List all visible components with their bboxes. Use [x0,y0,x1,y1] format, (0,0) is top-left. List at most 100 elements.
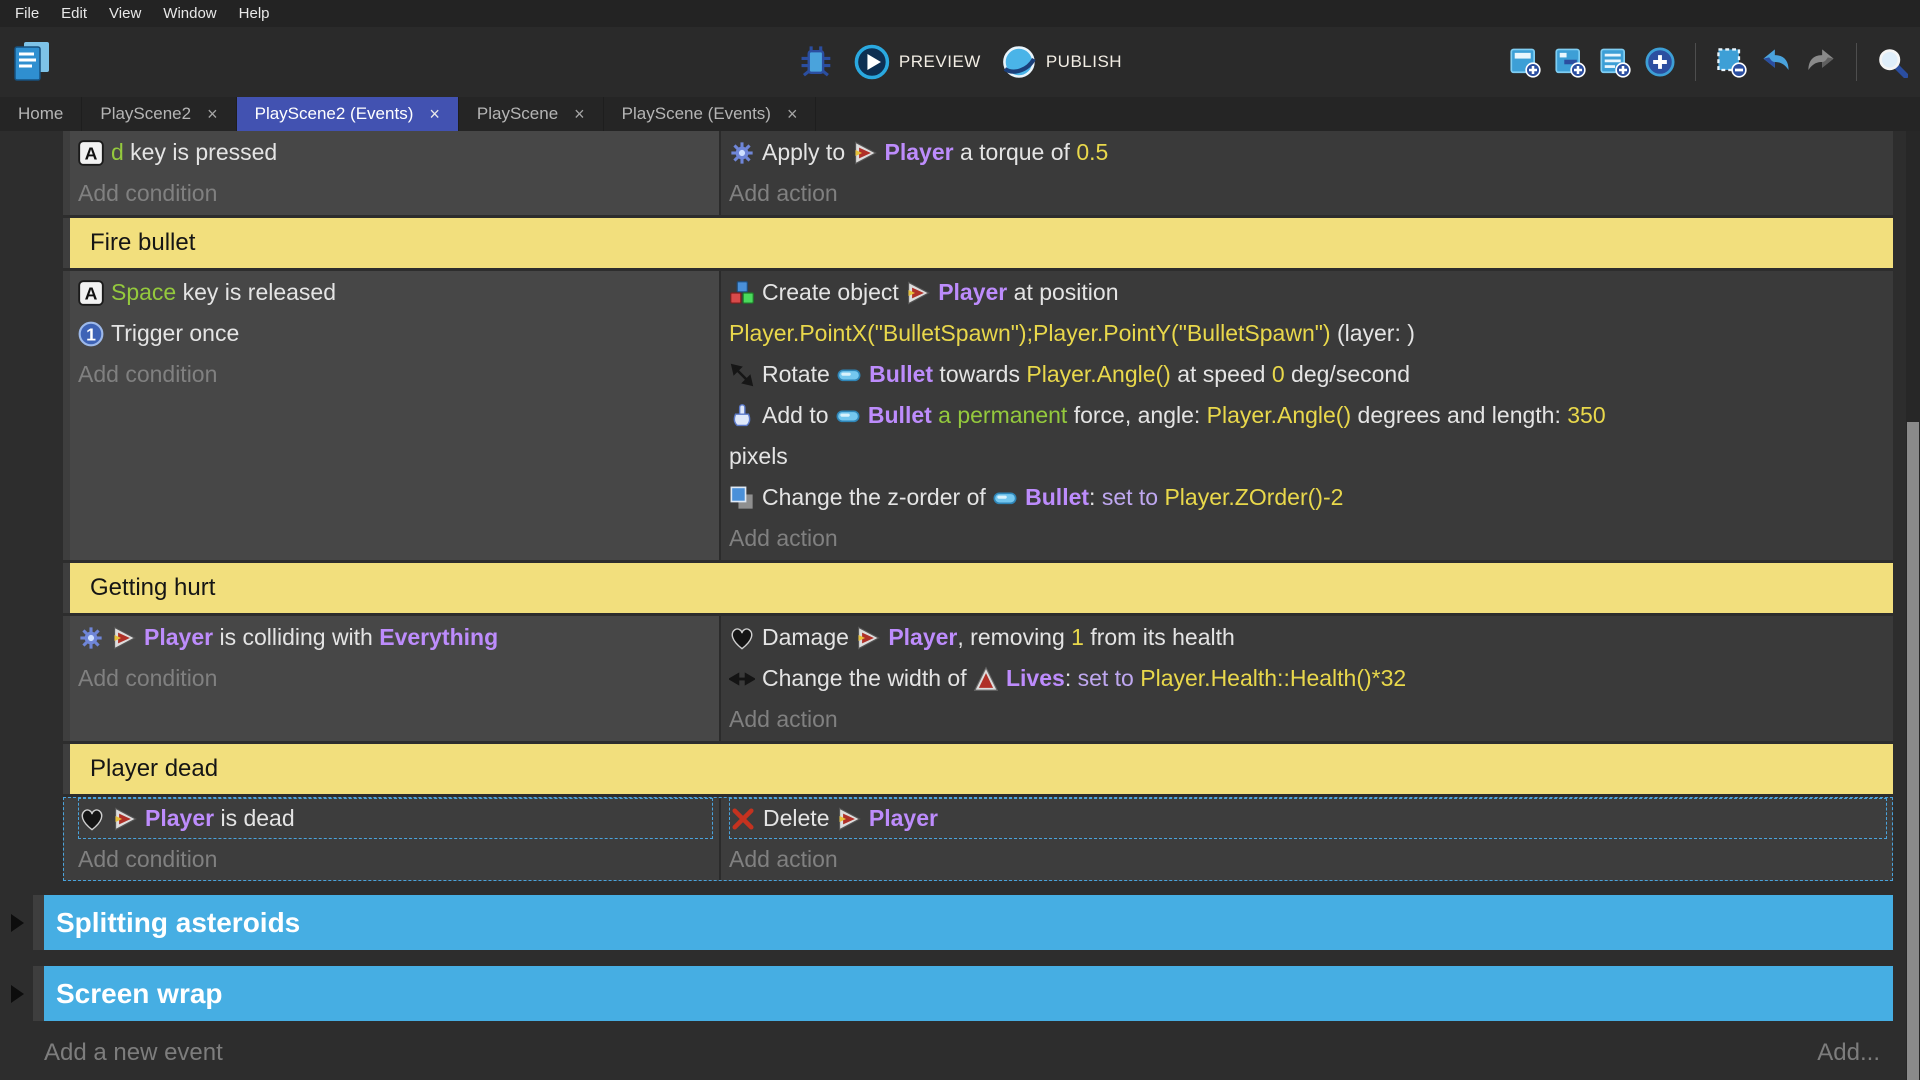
tab-playscene-events-[interactable]: PlayScene (Events)× [604,97,817,131]
event-line[interactable]: Rotate Bullet towards Player.Angle() at … [729,354,1893,395]
text-segment: set to [1078,665,1141,692]
gdevelop-logo-icon[interactable] [12,40,52,84]
event-drag-handle[interactable] [63,563,70,613]
publish-label: PUBLISH [1046,52,1122,72]
event-drag-handle[interactable] [63,744,70,794]
event-line[interactable]: Player is dead [78,798,713,839]
add-condition-button[interactable]: Add condition [78,658,719,699]
text-segment: a permanent [938,402,1067,429]
delete-icon [730,806,756,832]
group-title[interactable]: Splitting asteroids [44,895,1893,950]
add-circle-icon[interactable] [1644,46,1676,78]
event-line[interactable]: Damage Player, removing 1 from its healt… [729,617,1893,658]
event-line[interactable]: Create object Player at position [729,272,1893,313]
add-condition-button[interactable]: Add condition [78,839,719,880]
text-segment: Everything [379,624,498,651]
comment-row[interactable]: Getting hurt [63,563,1893,613]
event-drag-handle[interactable] [63,616,70,741]
conditions-cell: Player is deadAdd condition [70,797,719,881]
group-title[interactable]: Screen wrap [44,966,1893,1021]
text-segment: (layer: ) [1331,320,1415,347]
menu-view[interactable]: View [98,0,152,27]
event-drag-handle[interactable] [63,131,70,215]
comment-text[interactable]: Fire bullet [70,218,1893,268]
comment-row[interactable]: Fire bullet [63,218,1893,268]
text-segment: Apply to [762,139,852,166]
event-line[interactable]: Apply to Player a torque of 0.5 [729,132,1893,173]
event-drag-handle[interactable] [33,966,44,1021]
text-segment: Player [938,279,1007,306]
event-line[interactable]: ASpace key is released [78,272,719,313]
group-row-splitting-asteroids[interactable]: Splitting asteroids [33,895,1893,950]
tab-playscene2-events-[interactable]: PlayScene2 (Events)× [237,97,459,131]
event-drag-handle[interactable] [63,271,70,560]
comment-text[interactable]: Player dead [70,744,1893,794]
text-segment: Player.PointX("BulletSpawn");Player.Poin… [729,320,1331,347]
event-line[interactable]: Player.PointX("BulletSpawn");Player.Poin… [729,313,1893,354]
event-line[interactable]: pixels [729,436,1893,477]
event-drag-handle[interactable] [33,895,44,950]
menu-edit[interactable]: Edit [50,0,98,27]
tab-home[interactable]: Home [0,97,82,131]
redo-icon[interactable] [1805,46,1837,78]
event-line[interactable]: Change the width of Lives: set to Player… [729,658,1893,699]
vertical-scrollbar[interactable] [1906,131,1920,1080]
text-segment: Player [145,805,214,832]
add-action-button[interactable]: Add action [729,173,1893,214]
force-icon [729,403,755,429]
event-line[interactable]: 1Trigger once [78,313,719,354]
tab-close-icon[interactable]: × [574,104,585,125]
trigger-once-icon: 1 [78,321,104,347]
toolbar-center: PREVIEW PUBLISH [798,44,1122,80]
tab-close-icon[interactable]: × [787,104,798,125]
tab-close-icon[interactable]: × [207,104,218,125]
menu-file[interactable]: File [4,0,50,27]
undo-icon[interactable] [1760,46,1792,78]
menu-window[interactable]: Window [152,0,227,27]
event-drag-handle[interactable] [63,797,70,881]
event-line[interactable]: Ad key is pressed [78,132,719,173]
add-more-button[interactable]: Add... [1817,1039,1880,1067]
event-line[interactable]: Player is colliding with Everything [78,617,719,658]
group-row-screen-wrap[interactable]: Screen wrap [33,966,1893,1021]
publish-button[interactable]: PUBLISH [1001,44,1122,80]
preview-button[interactable]: PREVIEW [854,44,981,80]
add-condition-button[interactable]: Add condition [78,173,719,214]
text-segment: Player [869,805,938,832]
add-condition-button[interactable]: Add condition [78,354,719,395]
search-icon[interactable] [1876,46,1908,78]
add-action-button[interactable]: Add action [729,839,1893,880]
remove-event-icon[interactable] [1715,46,1747,78]
comment-text[interactable]: Getting hurt [70,563,1893,613]
text-segment: deg/second [1285,361,1410,388]
scrollbar-thumb[interactable] [1907,422,1919,1080]
event-drag-handle[interactable] [63,218,70,268]
comment-row[interactable]: Player dead [63,744,1893,794]
tab-close-icon[interactable]: × [429,104,440,125]
debug-bug-icon[interactable] [798,44,834,80]
add-event-icon[interactable] [1509,46,1541,78]
text-segment: Delete [763,805,836,832]
player-object-icon [905,280,931,306]
add-comment-icon[interactable] [1599,46,1631,78]
actions-cell: Apply to Player a torque of 0.5Add actio… [721,131,1893,215]
add-new-event-button[interactable]: Add a new event [44,1039,223,1067]
add-subevent-icon[interactable] [1554,46,1586,78]
event-line[interactable]: Add to Bullet a permanent force, angle: … [729,395,1893,436]
menu-help[interactable]: Help [228,0,281,27]
player-object-icon [112,806,138,832]
group-collapse-arrow-icon[interactable] [11,985,24,1003]
gdevelop-window: FileEditViewWindowHelp PREVIEW PUBLISH H… [0,0,1920,1080]
text-segment: Change the z-order of [762,484,992,511]
event-line[interactable]: Delete Player [729,798,1887,839]
add-action-button[interactable]: Add action [729,518,1893,559]
actions-cell: Delete PlayerAdd action [721,797,1893,881]
toolbar-separator [1856,43,1857,81]
tab-playscene[interactable]: PlayScene× [459,97,604,131]
text-segment: Add to [762,402,835,429]
add-action-button[interactable]: Add action [729,699,1893,740]
event-line[interactable]: Change the z-order of Bullet: set to Pla… [729,477,1893,518]
tab-playscene2[interactable]: PlayScene2× [82,97,236,131]
text-segment: pixels [729,443,788,470]
group-collapse-arrow-icon[interactable] [11,914,24,932]
